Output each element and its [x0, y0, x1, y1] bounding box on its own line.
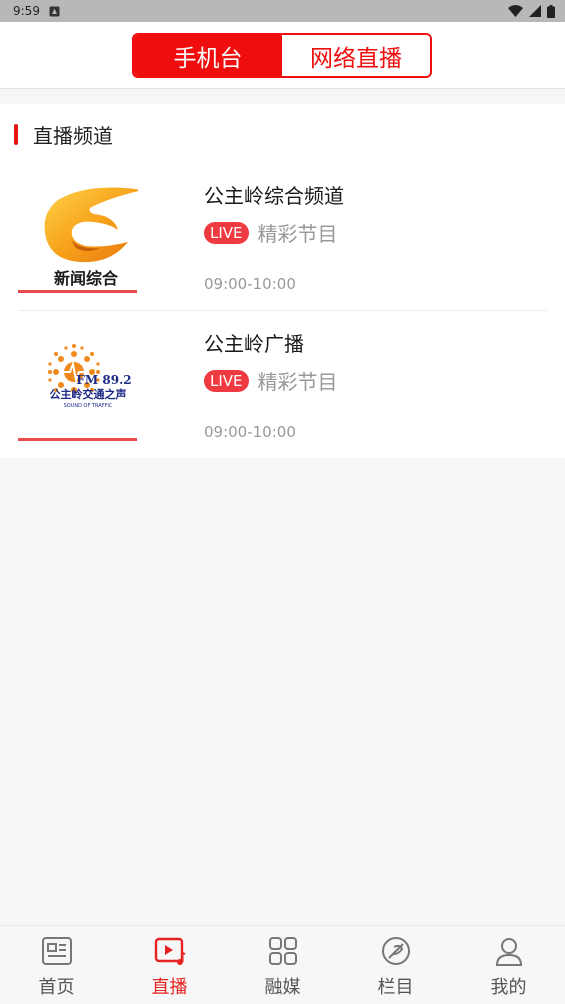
tab-media[interactable]: 融媒: [226, 926, 339, 1004]
tab-network-live[interactable]: 网络直播: [282, 35, 430, 76]
status-right: [508, 4, 555, 18]
live-row: LIVE 精彩节目: [204, 218, 338, 247]
header: 手机台 网络直播: [0, 22, 565, 89]
segmented-control: 手机台 网络直播: [132, 33, 432, 78]
channel-item-radio[interactable]: FM 89.2 公主岭交通之声 SOUND OF TRAFFIC 公主岭广播 L…: [0, 314, 565, 462]
live-badge: LIVE: [204, 369, 249, 392]
program-time: 09:00-10:00: [204, 275, 296, 293]
tab-label: 首页: [38, 977, 75, 998]
program-time: 09:00-10:00: [204, 423, 296, 441]
logo-underline: [18, 290, 137, 293]
status-bar: 9:59: [0, 0, 565, 22]
tab-live[interactable]: 直播: [113, 926, 226, 1004]
section-accent-bar: [14, 123, 18, 145]
column-icon: [381, 937, 410, 965]
tab-label: 我的: [490, 977, 527, 998]
logo-freq: FM 89.2: [76, 373, 131, 387]
live-badge: LIVE: [204, 221, 249, 244]
signal-icon: [529, 5, 541, 17]
bottom-tab-bar: 首页 直播 融媒 栏目 我的: [0, 925, 565, 1004]
news-channel-logo-icon: 新闻综合: [44, 187, 138, 288]
channel-name: 公主岭综合频道: [204, 184, 344, 208]
tab-mobile-station[interactable]: 手机台: [134, 35, 282, 76]
divider: [18, 310, 547, 311]
profile-icon: [495, 938, 522, 966]
notification-icon: [49, 6, 60, 16]
channel-name: 公主岭广播: [204, 332, 304, 356]
tab-profile[interactable]: 我的: [452, 926, 565, 1004]
logo-underline: [18, 438, 137, 441]
tab-home[interactable]: 首页: [0, 926, 113, 1004]
tab-label: 栏目: [377, 977, 414, 998]
wifi-icon: [508, 5, 523, 17]
logo-text: 新闻综合: [54, 269, 119, 288]
live-play-icon: [154, 937, 185, 965]
tab-columns[interactable]: 栏目: [339, 926, 452, 1004]
status-left: 9:59: [13, 4, 60, 18]
tab-label: 直播: [151, 977, 188, 998]
tab-label: 融媒: [264, 977, 301, 998]
live-row: LIVE 精彩节目: [204, 366, 338, 395]
status-time: 9:59: [13, 4, 40, 18]
grid-icon: [268, 937, 297, 965]
battery-icon: [547, 4, 555, 18]
program-title: 精彩节目: [257, 370, 338, 394]
section-header: 直播频道: [14, 123, 113, 148]
radio-station-logo-icon: FM 89.2 公主岭交通之声 SOUND OF TRAFFIC: [48, 344, 132, 409]
channel-item-tv[interactable]: 新闻综合 公主岭综合频道 LIVE 精彩节目 09:00-10:00: [0, 166, 565, 314]
section-title: 直播频道: [33, 123, 113, 148]
logo-text: 公主岭交通之声: [50, 387, 127, 401]
live-channels-panel: 直播频道 新闻综合 公主岭综合频道 LIVE 精彩节目 09:00-10:00: [0, 104, 565, 458]
news-icon: [41, 937, 72, 965]
program-title: 精彩节目: [257, 222, 338, 246]
logo-subtext: SOUND OF TRAFFIC: [64, 403, 113, 409]
